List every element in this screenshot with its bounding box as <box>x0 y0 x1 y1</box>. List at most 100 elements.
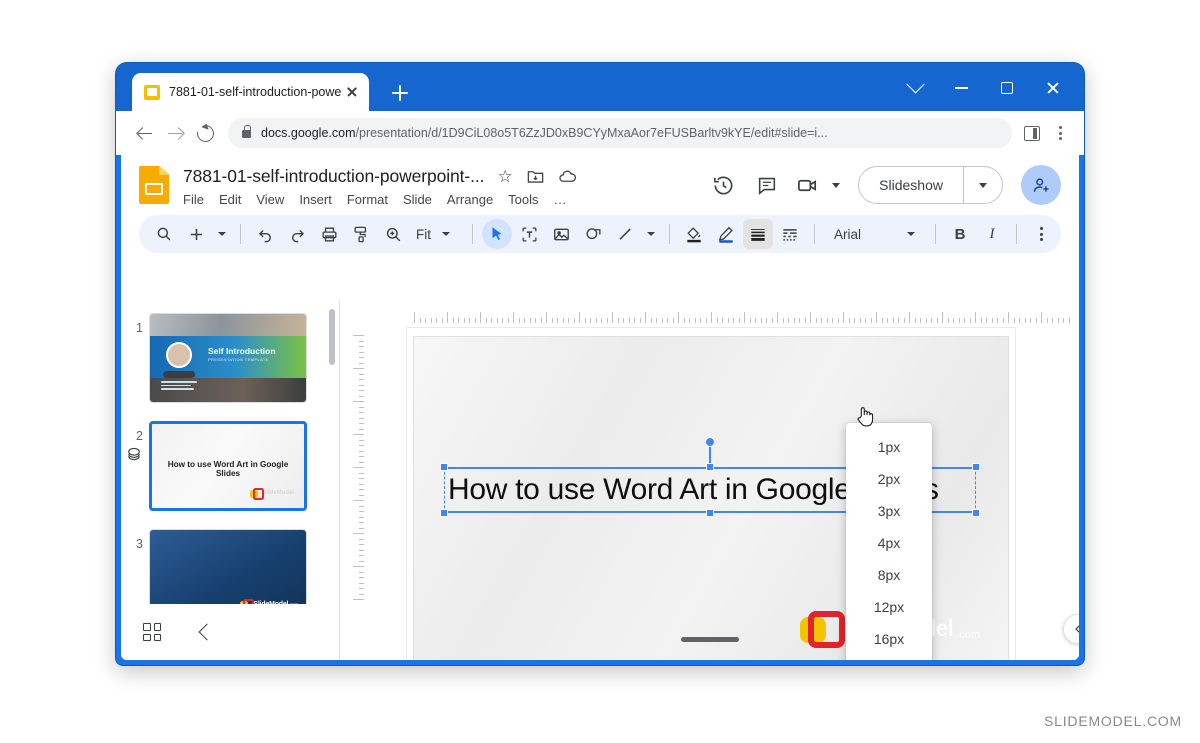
insert-shape-icon[interactable] <box>578 219 608 249</box>
add-slide-icon[interactable] <box>181 219 211 249</box>
border-weight-option-16px[interactable]: 16px <box>846 623 932 655</box>
side-panel-icon[interactable] <box>1024 125 1040 141</box>
font-chevron-down-icon[interactable] <box>902 219 920 249</box>
border-weight-icon[interactable] <box>743 219 773 249</box>
resize-handle-tc[interactable] <box>706 463 714 471</box>
insert-image-icon[interactable] <box>546 219 576 249</box>
version-history-icon[interactable] <box>704 166 742 204</box>
slideshow-chevron-down-icon[interactable] <box>964 182 1002 188</box>
reload-icon[interactable] <box>190 118 220 148</box>
comment-icon[interactable] <box>748 166 786 204</box>
add-slide-chevron-down-icon[interactable] <box>213 219 231 249</box>
list-item[interactable]: 1 Self Introduction PRESENTATION TEMPLAT… <box>121 307 339 403</box>
menu-insert[interactable]: Insert <box>299 192 332 207</box>
google-slides-logo-icon <box>139 166 169 204</box>
menu-slide[interactable]: Slide <box>403 192 432 207</box>
border-weight-option-12px[interactable]: 12px <box>846 591 932 623</box>
move-to-folder-icon[interactable] <box>526 167 545 186</box>
menu-view[interactable]: View <box>256 192 284 207</box>
slide-thumbnail-1[interactable]: Self Introduction PRESENTATION TEMPLATE <box>149 313 307 403</box>
slide-thumbnail-2[interactable]: How to use Word Art in Google Slides Sli… <box>149 421 307 511</box>
rotation-handle[interactable] <box>705 437 715 447</box>
slide1-title: Self Introduction <box>208 346 276 356</box>
meet-chevron-down-icon[interactable] <box>828 166 844 204</box>
border-weight-dropdown: 1px 2px 3px 4px 8px 12px 16px 24px <box>846 423 932 660</box>
slide-number: 3 <box>136 537 143 551</box>
bold-button[interactable]: B <box>945 219 975 249</box>
print-icon[interactable] <box>314 219 344 249</box>
border-weight-option-8px[interactable]: 8px <box>846 559 932 591</box>
share-person-add-icon[interactable] <box>1021 165 1061 205</box>
list-item[interactable]: 2 How to use Word Art in Google Slides S… <box>121 415 339 511</box>
menu-format[interactable]: Format <box>347 192 388 207</box>
slidemodel-mark-icon <box>250 488 265 500</box>
resize-handle-tr[interactable] <box>972 463 980 471</box>
window-maximize-icon[interactable] <box>984 75 1030 101</box>
border-weight-option-4px[interactable]: 4px <box>846 527 932 559</box>
slideshow-button[interactable]: Slideshow <box>858 166 1003 204</box>
cloud-saved-icon[interactable] <box>558 167 577 186</box>
select-cursor-icon[interactable] <box>482 219 512 249</box>
new-tab-button[interactable] <box>388 81 412 105</box>
menu-tools[interactable]: Tools <box>508 192 538 207</box>
menu-edit[interactable]: Edit <box>219 192 241 207</box>
resize-handle-br[interactable] <box>972 509 980 517</box>
menu-arrange[interactable]: Arrange <box>447 192 493 207</box>
paint-format-icon[interactable] <box>346 219 376 249</box>
canvas-horizontal-scrollbar[interactable] <box>340 637 1079 642</box>
url-domain: docs.google.com <box>261 126 356 140</box>
app-body: 1 Self Introduction PRESENTATION TEMPLAT… <box>121 301 1079 660</box>
redo-icon[interactable] <box>282 219 312 249</box>
zoom-value[interactable]: Fit <box>410 227 435 242</box>
undo-icon[interactable] <box>250 219 280 249</box>
insert-line-chevron-down-icon[interactable] <box>642 219 660 249</box>
filmstrip-collapse-chevron-left-icon[interactable] <box>198 623 216 641</box>
font-name-value[interactable]: Arial <box>824 227 900 242</box>
back-arrow-icon[interactable] <box>130 118 160 148</box>
border-dash-icon[interactable] <box>775 219 805 249</box>
address-bar[interactable]: docs.google.com/presentation/d/1D9CiL08o… <box>228 118 1012 148</box>
menu-file[interactable]: File <box>183 192 204 207</box>
insert-line-icon[interactable] <box>610 219 640 249</box>
more-options-icon[interactable] <box>1026 219 1056 249</box>
url-text: docs.google.com/presentation/d/1D9CiL08o… <box>261 126 828 140</box>
text-box-icon[interactable] <box>514 219 544 249</box>
forward-arrow-icon[interactable] <box>160 118 190 148</box>
menu-more[interactable]: … <box>554 192 567 207</box>
fill-color-icon[interactable] <box>679 219 709 249</box>
zoom-icon[interactable] <box>378 219 408 249</box>
border-color-icon[interactable] <box>711 219 741 249</box>
resize-handle-bc[interactable] <box>706 509 714 517</box>
menubar: File Edit View Insert Format Slide Arran… <box>183 192 577 207</box>
browser-tab[interactable]: 7881-01-self-introduction-powe <box>132 73 369 111</box>
zoom-chevron-down-icon[interactable] <box>437 219 455 249</box>
italic-button[interactable]: I <box>977 219 1007 249</box>
slide2-logo: SlideModel <box>250 488 294 500</box>
browser-menu-icon[interactable] <box>1050 123 1070 143</box>
border-weight-option-2px[interactable]: 2px <box>846 463 932 495</box>
border-weight-option-1px[interactable]: 1px <box>846 431 932 463</box>
resize-handle-bl[interactable] <box>440 509 448 517</box>
window-chevron-down-icon[interactable] <box>892 74 938 101</box>
header-actions: Slideshow <box>704 165 1061 205</box>
resize-handle-tl[interactable] <box>440 463 448 471</box>
slide-number: 1 <box>136 321 143 335</box>
border-weight-option-3px[interactable]: 3px <box>846 495 932 527</box>
browser-omnibar: docs.google.com/presentation/d/1D9CiL08o… <box>116 111 1084 155</box>
vertical-ruler <box>348 325 364 600</box>
tab-title: 7881-01-self-introduction-powe <box>169 85 342 99</box>
star-icon[interactable]: ☆ <box>497 167 512 186</box>
skip-slide-icon <box>125 445 143 463</box>
window-close-icon[interactable] <box>1030 75 1076 101</box>
search-icon[interactable] <box>149 219 179 249</box>
horizontal-ruler <box>370 307 1079 323</box>
border-weight-option-24px[interactable]: 24px <box>846 655 932 660</box>
browser-window: 7881-01-self-introduction-powe docs.goog… <box>115 62 1085 666</box>
page-title[interactable]: 7881-01-self-introduction-powerpoint-... <box>183 166 485 187</box>
window-minimize-icon[interactable] <box>938 75 984 101</box>
meet-camera-icon[interactable] <box>792 166 822 204</box>
tab-close-icon[interactable] <box>343 83 361 101</box>
collapse-toolbar-icon[interactable] <box>1076 219 1079 249</box>
grid-view-icon[interactable] <box>143 623 161 641</box>
filmstrip-footer <box>121 604 339 660</box>
